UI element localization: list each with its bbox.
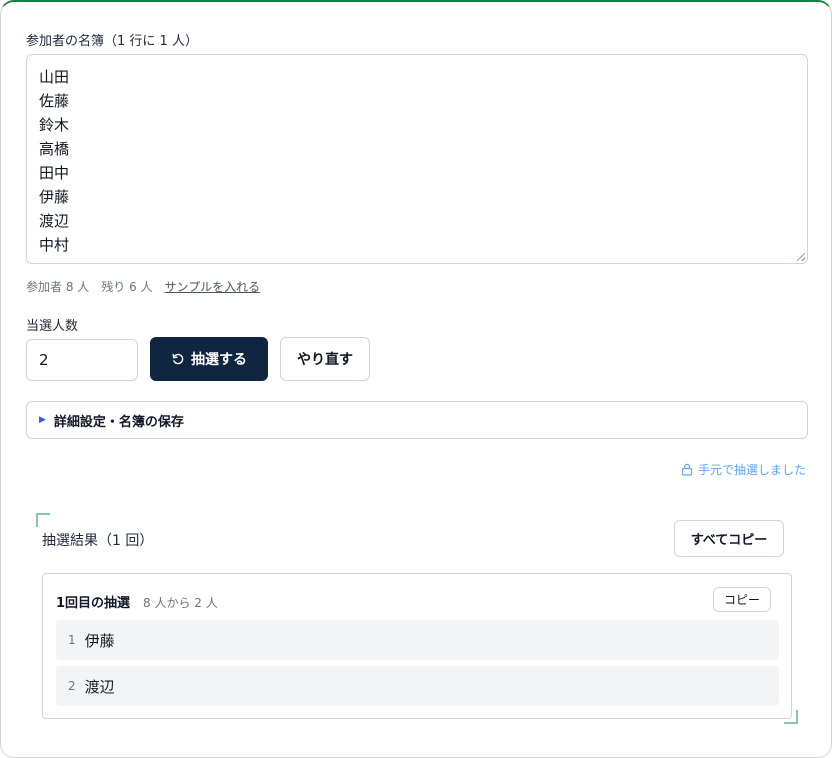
resize-handle-icon[interactable] (797, 253, 805, 261)
results-heading: 抽選結果（1 回） (42, 533, 154, 549)
roster-line: 高橋 (39, 140, 70, 158)
winner-row: 1 伊藤 (56, 620, 779, 660)
copy-all-button[interactable]: すべてコピー (674, 520, 784, 557)
roster-stats: 参加者 8 人 残り 6 人 サンプルを入れる (26, 278, 260, 295)
draw-round-card: 1回目の抽選 8 人から 2 人 コピー 1 伊藤 2 渡辺 (42, 573, 792, 719)
roster-line: 佐藤 (39, 92, 70, 110)
winners-count-input[interactable]: 2 (26, 339, 138, 381)
winner-row: 2 渡辺 (56, 666, 779, 706)
local-draw-note: 手元で抽選しました (681, 461, 806, 478)
roster-line: 渡辺 (39, 212, 70, 230)
lottery-card: 参加者の名簿（1 行に 1 人） 山田 佐藤 鈴木 高橋 田中 伊藤 渡辺 中村… (0, 0, 832, 758)
round-title: 1回目の抽選 (56, 596, 131, 611)
insert-sample-link[interactable]: サンプルを入れる (165, 278, 261, 295)
round-subtitle: 8 人から 2 人 (143, 596, 218, 610)
winners-count-label: 当選人数 (26, 319, 79, 334)
winner-name: 伊藤 (84, 631, 115, 650)
roster-textarea[interactable]: 山田 佐藤 鈴木 高橋 田中 伊藤 渡辺 中村 (26, 54, 808, 264)
roster-line: 中村 (39, 236, 70, 254)
roster-line: 伊藤 (39, 188, 70, 206)
details-summary-label: 詳細設定・名簿の保存 (53, 414, 184, 430)
local-draw-note-text: 手元で抽選しました (697, 463, 806, 477)
copy-round-button[interactable]: コピー (713, 587, 771, 612)
refresh-icon (172, 353, 184, 365)
draw-button-label: 抽選する (191, 352, 247, 368)
winner-name: 渡辺 (84, 677, 115, 696)
corner-bracket-icon (36, 513, 50, 527)
roster-line: 山田 (39, 68, 70, 86)
caret-right-icon: ▶ (39, 415, 46, 425)
roster-line: 鈴木 (39, 116, 70, 134)
winner-number: 1 (68, 633, 76, 647)
remaining-count: 残り 6 人 (101, 280, 153, 294)
redo-button[interactable]: やり直す (280, 337, 370, 381)
lock-icon (681, 463, 693, 476)
roster-line: 田中 (39, 164, 70, 182)
participant-count: 参加者 8 人 (26, 280, 90, 294)
roster-label: 参加者の名簿（1 行に 1 人） (26, 34, 198, 49)
details-toggle[interactable]: ▶ 詳細設定・名簿の保存 (26, 401, 808, 439)
winner-number: 2 (68, 679, 76, 693)
draw-button[interactable]: 抽選する (150, 337, 268, 381)
